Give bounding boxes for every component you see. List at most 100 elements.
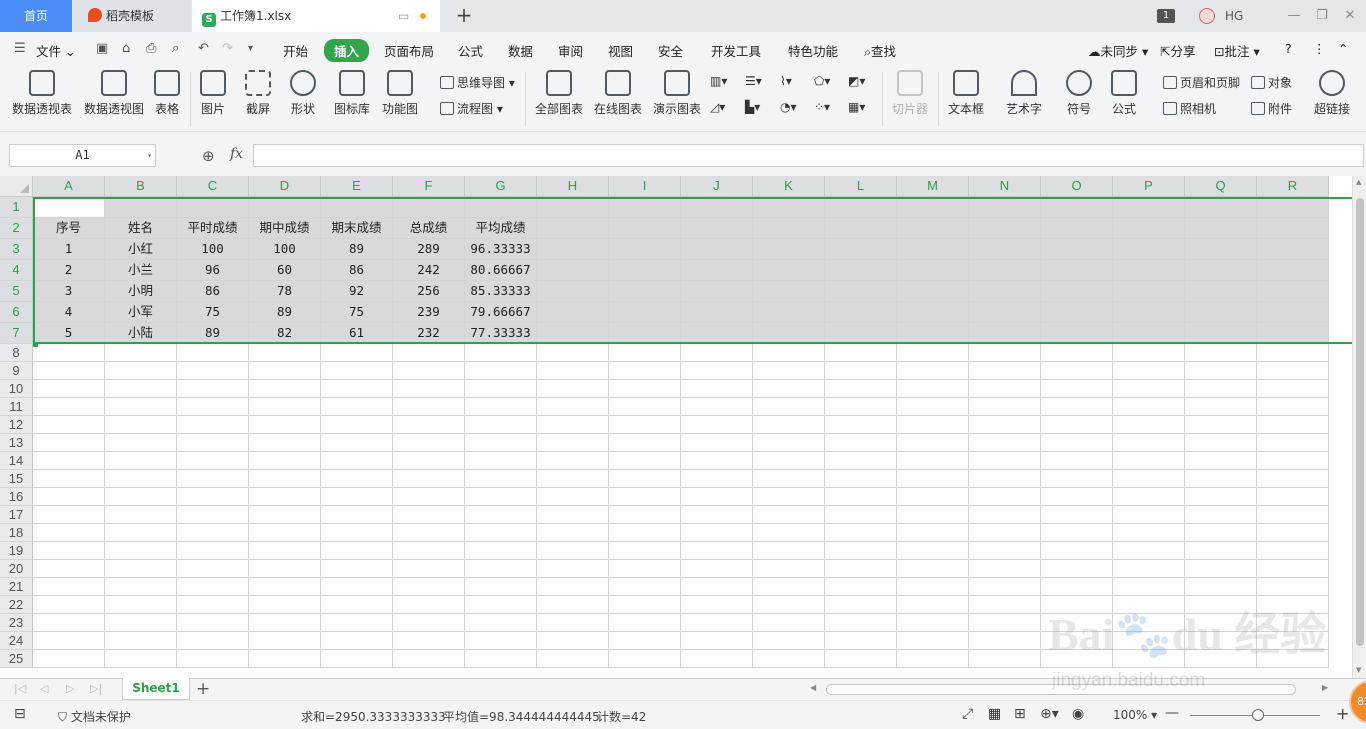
cell-h25[interactable] bbox=[537, 650, 609, 668]
cell-n23[interactable] bbox=[969, 614, 1041, 632]
cell-m25[interactable] bbox=[897, 650, 969, 668]
cell-d11[interactable] bbox=[249, 398, 321, 416]
sheet-tab-sheet1[interactable]: Sheet1 bbox=[122, 678, 190, 700]
cell-j8[interactable] bbox=[681, 344, 753, 362]
cell-n22[interactable] bbox=[969, 596, 1041, 614]
cell-n9[interactable] bbox=[969, 362, 1041, 380]
cell-e20[interactable] bbox=[321, 560, 393, 578]
cell-o13[interactable] bbox=[1041, 434, 1113, 452]
cell-m8[interactable] bbox=[897, 344, 969, 362]
cell-m11[interactable] bbox=[897, 398, 969, 416]
cell-f13[interactable] bbox=[393, 434, 465, 452]
cell-p6[interactable] bbox=[1113, 302, 1185, 323]
cell-b7[interactable]: 小陆 bbox=[105, 323, 177, 344]
column-header-q[interactable]: Q bbox=[1185, 176, 1257, 197]
cell-e19[interactable] bbox=[321, 542, 393, 560]
row-header-17[interactable]: 17 bbox=[0, 506, 33, 524]
cell-l10[interactable] bbox=[825, 380, 897, 398]
cell-d4[interactable]: 60 bbox=[249, 260, 321, 281]
zoom-out-icon[interactable]: — bbox=[1165, 705, 1179, 721]
cell-j6[interactable] bbox=[681, 302, 753, 323]
column-header-g[interactable]: G bbox=[465, 176, 537, 197]
tab-home[interactable]: 首页 bbox=[0, 0, 72, 32]
row-header-2[interactable]: 2 bbox=[0, 218, 33, 239]
menu-insert[interactable]: 插入 bbox=[324, 39, 370, 62]
cell-a22[interactable] bbox=[33, 596, 105, 614]
cell-i12[interactable] bbox=[609, 416, 681, 434]
page-settings-icon[interactable]: ⊟ bbox=[14, 706, 26, 722]
cell-g2[interactable]: 平均成绩 bbox=[465, 218, 537, 239]
cell-k21[interactable] bbox=[753, 578, 825, 596]
cell-k14[interactable] bbox=[753, 452, 825, 470]
new-tab-button[interactable]: + bbox=[452, 4, 476, 28]
row-header-20[interactable]: 20 bbox=[0, 560, 33, 578]
menu-data[interactable]: 数据 bbox=[508, 41, 533, 60]
cell-n17[interactable] bbox=[969, 506, 1041, 524]
cell-j1[interactable] bbox=[681, 197, 753, 218]
cell-i7[interactable] bbox=[609, 323, 681, 344]
cell-h1[interactable] bbox=[537, 197, 609, 218]
zoom-search-icon[interactable]: ⊕ bbox=[202, 147, 215, 165]
cell-d24[interactable] bbox=[249, 632, 321, 650]
cell-h9[interactable] bbox=[537, 362, 609, 380]
cell-i19[interactable] bbox=[609, 542, 681, 560]
column-header-c[interactable]: C bbox=[177, 176, 249, 197]
cell-c2[interactable]: 平时成绩 bbox=[177, 218, 249, 239]
symbol-button[interactable]: 符号 bbox=[1066, 70, 1092, 117]
cell-p19[interactable] bbox=[1113, 542, 1185, 560]
cell-h11[interactable] bbox=[537, 398, 609, 416]
cell-c1[interactable] bbox=[177, 197, 249, 218]
column-header-i[interactable]: I bbox=[609, 176, 681, 197]
cell-o12[interactable] bbox=[1041, 416, 1113, 434]
cell-l18[interactable] bbox=[825, 524, 897, 542]
cell-l19[interactable] bbox=[825, 542, 897, 560]
cell-p3[interactable] bbox=[1113, 239, 1185, 260]
cell-i4[interactable] bbox=[609, 260, 681, 281]
cell-d19[interactable] bbox=[249, 542, 321, 560]
zoom-in-icon[interactable]: + bbox=[1336, 704, 1349, 723]
cell-e16[interactable] bbox=[321, 488, 393, 506]
cell-o19[interactable] bbox=[1041, 542, 1113, 560]
cell-b4[interactable]: 小兰 bbox=[105, 260, 177, 281]
cell-f24[interactable] bbox=[393, 632, 465, 650]
minimize-icon[interactable]: — bbox=[1280, 0, 1308, 32]
cell-i18[interactable] bbox=[609, 524, 681, 542]
cell-h16[interactable] bbox=[537, 488, 609, 506]
cell-m10[interactable] bbox=[897, 380, 969, 398]
cell-n18[interactable] bbox=[969, 524, 1041, 542]
cell-p8[interactable] bbox=[1113, 344, 1185, 362]
cell-q19[interactable] bbox=[1185, 542, 1257, 560]
cell-c18[interactable] bbox=[177, 524, 249, 542]
cell-e17[interactable] bbox=[321, 506, 393, 524]
cell-m9[interactable] bbox=[897, 362, 969, 380]
cell-c23[interactable] bbox=[177, 614, 249, 632]
column-header-f[interactable]: F bbox=[393, 176, 465, 197]
cell-k5[interactable] bbox=[753, 281, 825, 302]
cell-j11[interactable] bbox=[681, 398, 753, 416]
cell-h24[interactable] bbox=[537, 632, 609, 650]
row-header-22[interactable]: 22 bbox=[0, 596, 33, 614]
fullscreen-icon[interactable]: ⤢ bbox=[962, 706, 973, 722]
picture-button[interactable]: 图片 bbox=[200, 70, 226, 117]
cell-a13[interactable] bbox=[33, 434, 105, 452]
flowchart-button[interactable]: 流程图 ▾ bbox=[440, 100, 503, 117]
fill-handle[interactable] bbox=[33, 342, 38, 347]
cell-b10[interactable] bbox=[105, 380, 177, 398]
select-all-corner[interactable] bbox=[0, 176, 33, 197]
cell-g7[interactable]: 77.33333 bbox=[465, 323, 537, 344]
cell-p21[interactable] bbox=[1113, 578, 1185, 596]
cell-m19[interactable] bbox=[897, 542, 969, 560]
cell-f21[interactable] bbox=[393, 578, 465, 596]
shapes-button[interactable]: 形状 bbox=[290, 70, 316, 117]
cell-q7[interactable] bbox=[1185, 323, 1257, 344]
cell-f12[interactable] bbox=[393, 416, 465, 434]
cell-p5[interactable] bbox=[1113, 281, 1185, 302]
function-chart-button[interactable]: 功能图 bbox=[382, 70, 418, 117]
cell-q16[interactable] bbox=[1185, 488, 1257, 506]
cell-r10[interactable] bbox=[1257, 380, 1329, 398]
cell-l21[interactable] bbox=[825, 578, 897, 596]
cell-m18[interactable] bbox=[897, 524, 969, 542]
cell-m24[interactable] bbox=[897, 632, 969, 650]
cell-i11[interactable] bbox=[609, 398, 681, 416]
cell-f9[interactable] bbox=[393, 362, 465, 380]
